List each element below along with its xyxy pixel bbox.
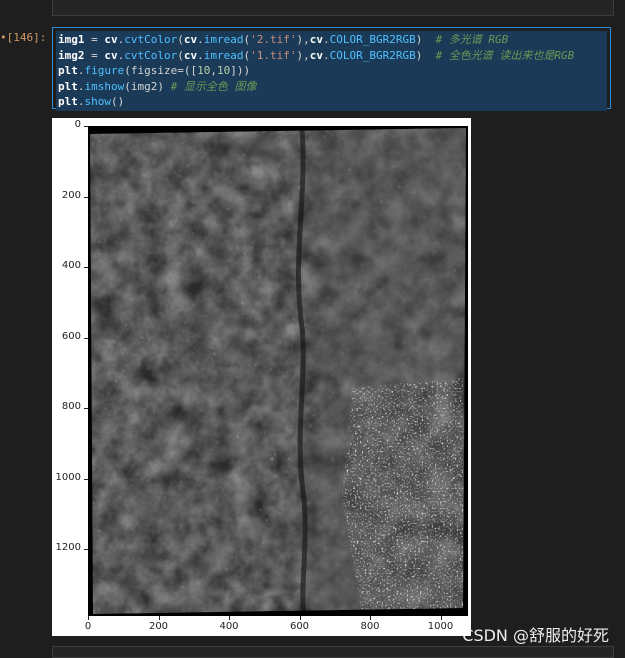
output-figure: 0 200 400 600 800 1000 1200 0 200 400 600 800 1000 [52, 118, 471, 636]
y-tick-mark [84, 267, 88, 268]
code-line: img2 = cv.cvtColor(cv.imread('1.tif'),cv… [58, 48, 575, 62]
x-tick-mark [299, 616, 301, 620]
y-tick-mark [84, 337, 88, 339]
x-tick-mark [158, 616, 160, 620]
y-tick-label: 1200 [55, 542, 81, 553]
y-tick-mark [84, 478, 88, 480]
y-tick-label: 0 [74, 119, 81, 130]
y-tick-label: 200 [61, 189, 81, 201]
x-tick-label: 200 [148, 621, 169, 632]
x-tick-label: 0 [84, 621, 92, 632]
y-tick-mark [84, 196, 88, 198]
y-tick-label: 800 [61, 401, 81, 412]
code-line: plt.figure(figsize=([10,10])) [58, 64, 251, 77]
code-line: plt.imshow(img2) # 显示全色 图像 [58, 79, 257, 93]
x-tick-mark [88, 616, 89, 620]
y-tick-mark [84, 408, 88, 409]
y-tick-mark [84, 126, 88, 127]
code-cell[interactable]: img1 = cv.cvtColor(cv.imread('2.tif'),cv… [52, 27, 611, 111]
execution-prompt: •[146]: [0, 31, 47, 44]
y-tick-mark [84, 549, 88, 550]
x-tick-label: 400 [219, 621, 239, 632]
y-tick-label: 400 [61, 260, 81, 271]
next-cell[interactable] [52, 646, 614, 658]
x-tick-mark [370, 616, 371, 620]
x-tick-label: 1000 [427, 621, 454, 632]
y-tick-label: 1000 [55, 471, 81, 483]
watermark-text: CSDN @舒服的好死 [462, 626, 609, 645]
code-line: img1 = cv.cvtColor(cv.imread('2.tif'),cv… [58, 33, 509, 46]
code-editor[interactable]: img1 = cv.cvtColor(cv.imread('2.tif'),cv… [56, 31, 607, 111]
x-tick-mark [229, 616, 230, 620]
x-tick-label: 800 [360, 621, 380, 632]
y-tick-label: 600 [61, 330, 81, 342]
previous-cell[interactable] [52, 0, 614, 16]
satellite-image-plot [88, 126, 468, 616]
code-line: plt.show() [58, 95, 125, 108]
x-tick-mark [440, 616, 442, 620]
x-tick-label: 600 [289, 621, 310, 632]
